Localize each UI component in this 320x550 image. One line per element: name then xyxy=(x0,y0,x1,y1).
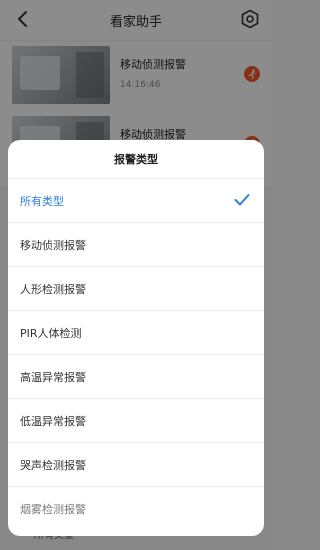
checkmark-icon xyxy=(234,194,250,206)
option-cry-detection[interactable]: 哭声检测报警 xyxy=(8,442,264,486)
watermark: 4008893800 xyxy=(52,517,127,530)
option-label: 低温异常报警 xyxy=(20,414,86,428)
option-high-temp[interactable]: 高温异常报警 xyxy=(8,354,264,398)
option-label: 移动侦测报警 xyxy=(20,238,86,252)
option-label: 人形检测报警 xyxy=(20,282,86,296)
option-all-types[interactable]: 所有类型 xyxy=(8,178,264,222)
option-pir-detection[interactable]: PIR人体检测 xyxy=(8,310,264,354)
sheet-title: 报警类型 xyxy=(114,153,158,166)
alarm-type-sheet: 报警类型 所有类型 移动侦测报警 人形检测报警 PIR人体检测 高温异常报警 低… xyxy=(8,140,264,536)
option-smoke-detection[interactable]: 烟雾检测报警 xyxy=(8,486,264,530)
option-label: 所有类型 xyxy=(20,194,64,208)
option-motion-detection[interactable]: 移动侦测报警 xyxy=(8,222,264,266)
option-label: 高温异常报警 xyxy=(20,370,86,384)
option-label: 烟雾检测报警 xyxy=(20,502,86,516)
option-low-temp[interactable]: 低温异常报警 xyxy=(8,398,264,442)
option-label: 哭声检测报警 xyxy=(20,458,86,472)
option-human-detection[interactable]: 人形检测报警 xyxy=(8,266,264,310)
option-label: PIR人体检测 xyxy=(20,326,82,340)
